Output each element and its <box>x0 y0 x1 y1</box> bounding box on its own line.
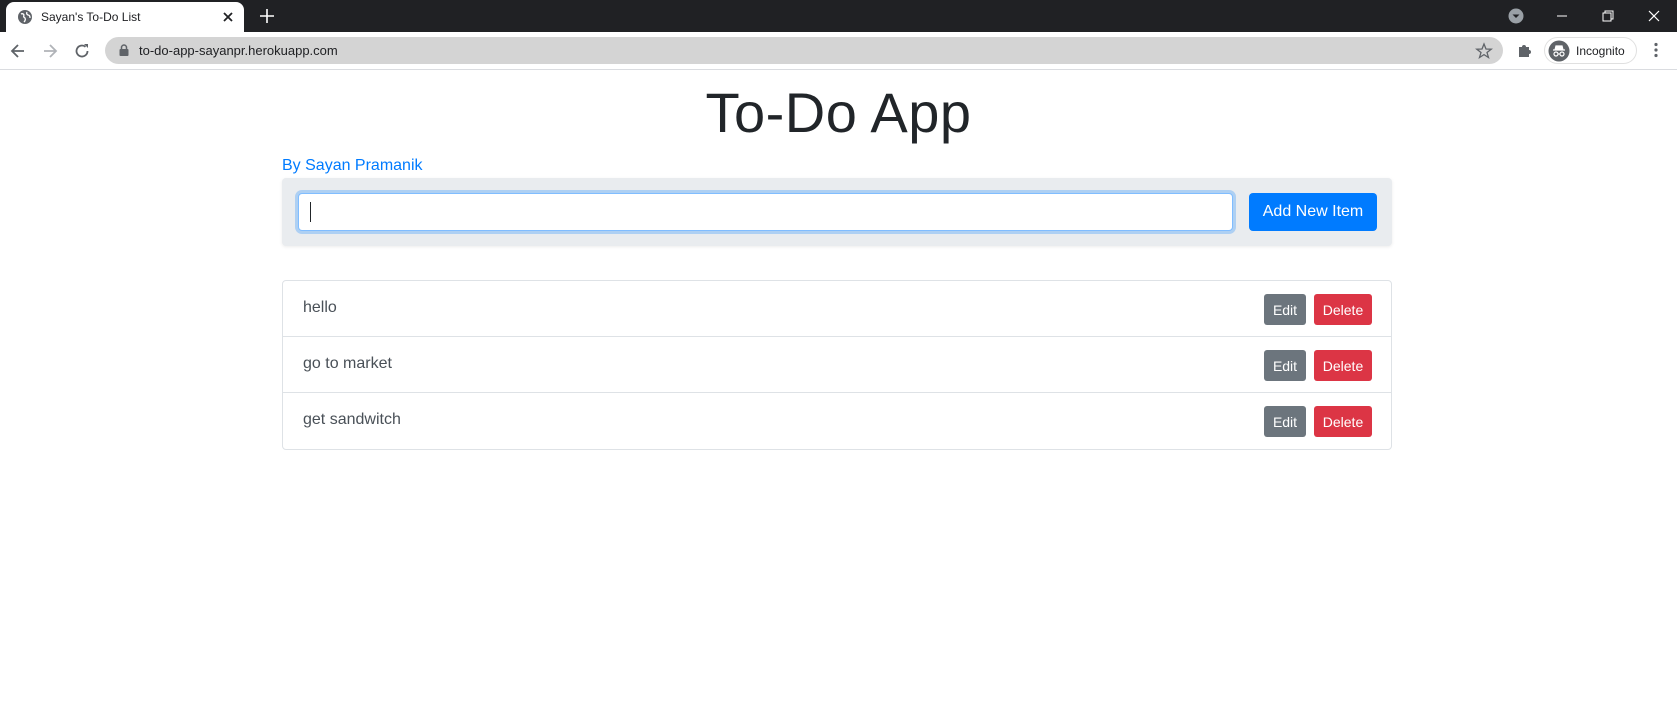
edit-button[interactable]: Edit <box>1264 406 1306 437</box>
puzzle-icon[interactable] <box>1516 41 1534 59</box>
browser-toolbar: to-do-app-sayanpr.herokuapp.com Incognit… <box>0 32 1677 70</box>
arrow-right-icon[interactable] <box>40 41 60 61</box>
plus-icon[interactable] <box>258 7 276 25</box>
new-item-input[interactable] <box>298 193 1233 231</box>
tab-strip: Sayan's To-Do List <box>0 0 1677 32</box>
delete-button[interactable]: Delete <box>1314 294 1372 325</box>
arrow-left-icon[interactable] <box>8 41 28 61</box>
delete-button[interactable]: Delete <box>1314 406 1372 437</box>
text-caret <box>310 202 311 222</box>
star-icon[interactable] <box>1475 42 1493 60</box>
add-item-form: Add New Item <box>282 178 1392 246</box>
address-bar[interactable]: to-do-app-sayanpr.herokuapp.com <box>105 37 1503 64</box>
item-text: go to market <box>303 355 392 372</box>
add-new-item-button[interactable]: Add New Item <box>1249 193 1377 231</box>
item-text: hello <box>303 299 337 316</box>
lock-icon[interactable] <box>117 43 131 57</box>
page-title: To-Do App <box>705 81 972 144</box>
url-text[interactable]: to-do-app-sayanpr.herokuapp.com <box>139 43 338 58</box>
globe-icon <box>18 10 32 24</box>
incognito-badge[interactable]: Incognito <box>1544 37 1637 64</box>
delete-button[interactable]: Delete <box>1314 350 1372 381</box>
incognito-label: Incognito <box>1576 44 1625 58</box>
tab-title: Sayan's To-Do List <box>41 10 141 24</box>
kebab-menu-icon[interactable] <box>1647 41 1665 59</box>
close-icon[interactable] <box>220 9 236 25</box>
browser-tab[interactable]: Sayan's To-Do List <box>6 2 244 32</box>
incognito-icon <box>1548 40 1570 62</box>
author-link[interactable]: By Sayan Pramanik <box>282 157 423 175</box>
item-text: get sandwitch <box>303 411 401 428</box>
reload-icon[interactable] <box>72 41 92 61</box>
list-item: hello Edit Delete <box>283 281 1391 337</box>
todo-list: hello Edit Delete go to market Edit Dele… <box>282 280 1392 450</box>
window-close-icon[interactable] <box>1644 6 1664 26</box>
page-content: To-Do App By Sayan Pramanik Add New Item… <box>0 71 1677 706</box>
edit-button[interactable]: Edit <box>1264 294 1306 325</box>
edit-button[interactable]: Edit <box>1264 350 1306 381</box>
minimize-icon[interactable] <box>1552 6 1572 26</box>
list-item: get sandwitch Edit Delete <box>283 393 1391 449</box>
list-item: go to market Edit Delete <box>283 337 1391 393</box>
restore-icon[interactable] <box>1598 6 1618 26</box>
chevron-down-icon[interactable] <box>1508 8 1524 24</box>
